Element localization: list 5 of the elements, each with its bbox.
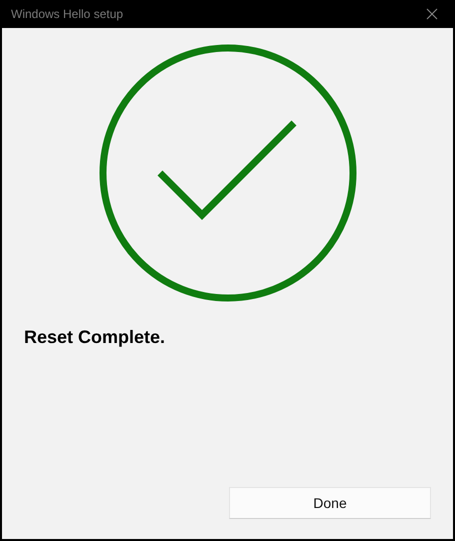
done-button[interactable]: Done bbox=[229, 487, 431, 519]
window-title: Windows Hello setup bbox=[11, 7, 124, 21]
close-icon bbox=[426, 8, 438, 20]
status-message: Reset Complete. bbox=[24, 327, 166, 348]
checkmark-circle-icon bbox=[99, 44, 356, 302]
